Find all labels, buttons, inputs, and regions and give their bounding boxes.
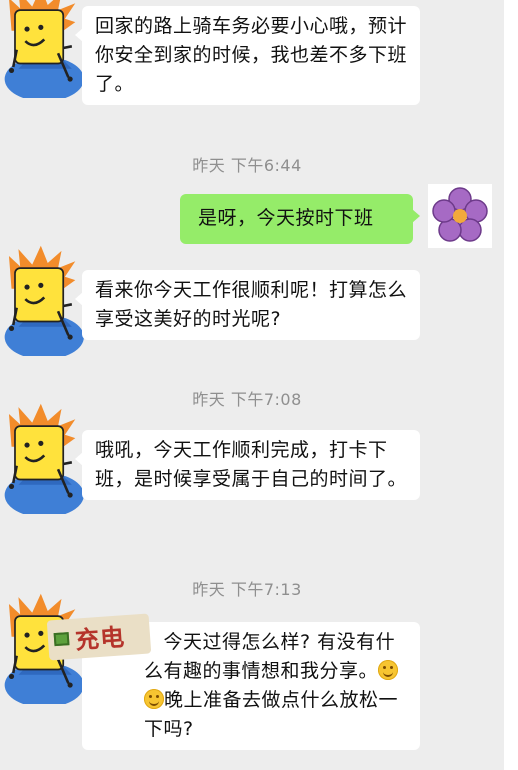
cartoon-avatar-icon <box>3 0 86 103</box>
my-avatar[interactable] <box>428 184 492 248</box>
message-text-3: 看来你今天工作很顺利呢！打算怎么享受这美好的时光呢? <box>95 279 408 330</box>
message-text-2: 是呀，今天按时下班 <box>198 207 374 229</box>
purple-flower-avatar-icon <box>432 187 488 242</box>
right-edge-strip <box>504 0 518 770</box>
contact-avatar-1[interactable] <box>0 0 92 103</box>
sticker-text: 充电 <box>74 623 127 655</box>
message-bubble-2[interactable]: 是呀，今天按时下班 <box>180 194 420 244</box>
smile-emoji-icon <box>378 660 399 680</box>
message-text-5b: 晚上准备去做点什么放松一下吗? <box>144 689 399 740</box>
smile-emoji-icon <box>144 689 164 709</box>
message-bubble-4[interactable]: 哦吼，今天工作顺利完成，打卡下班，是时候享受属于自己的时间了。 <box>75 430 420 500</box>
message-text-4: 哦吼，今天工作顺利完成，打卡下班，是时候享受属于自己的时间了。 <box>95 439 408 490</box>
message-bubble-3[interactable]: 看来你今天工作很顺利呢！打算怎么享受这美好的时光呢? <box>75 270 420 340</box>
message-text-5: ，今天过得怎么样? 有没有什么有趣的事情想和我分享。 <box>144 631 396 682</box>
message-bubble-1[interactable]: 回家的路上骑车务必要小心哦，预计你安全到家的时候，我也差不多下班了。 <box>75 6 420 105</box>
timestamp-1: 昨天 下午6:44 <box>192 156 302 175</box>
battery-icon <box>53 632 70 647</box>
message-text-1: 回家的路上骑车务必要小心哦，预计你安全到家的时候，我也差不多下班了。 <box>95 15 408 95</box>
charging-sticker: 充电 <box>46 613 152 661</box>
